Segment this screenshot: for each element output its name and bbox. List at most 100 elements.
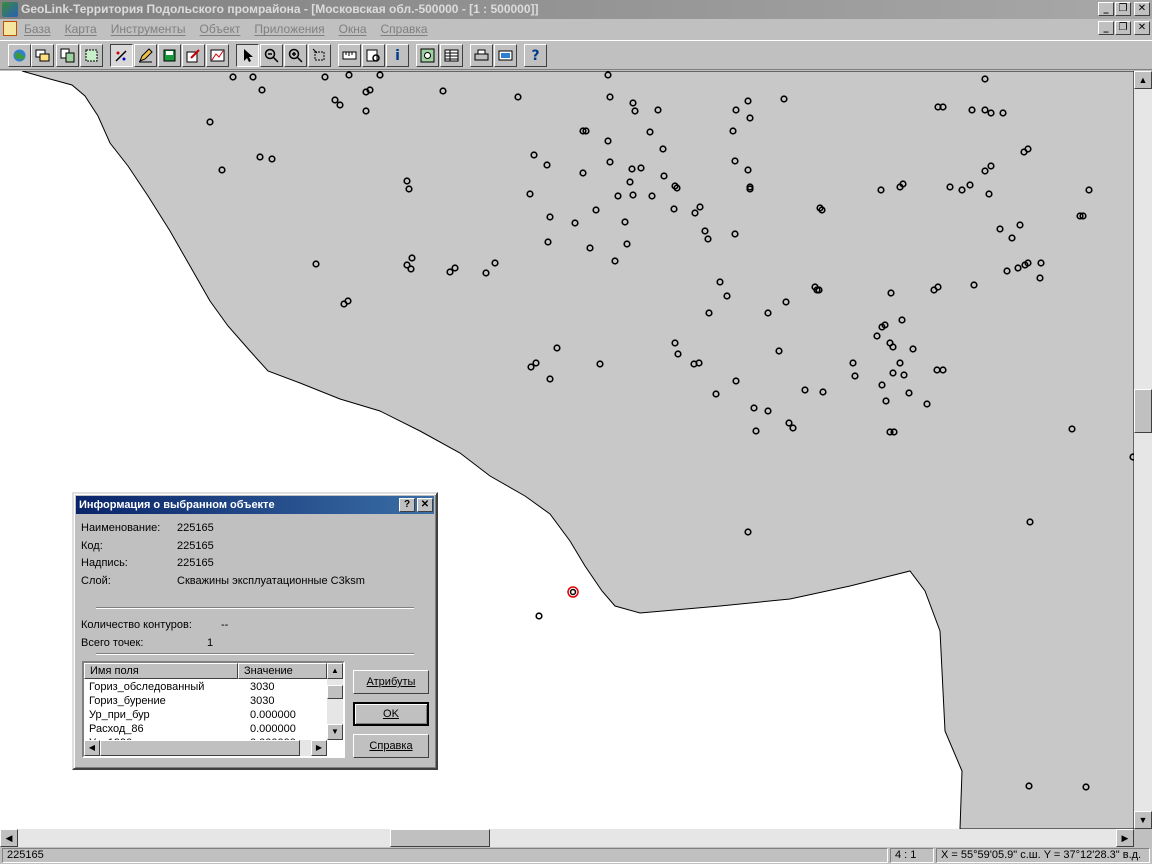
measure-button[interactable]: [338, 44, 361, 67]
scroll-down-arrow-icon[interactable]: ▼: [1134, 811, 1152, 829]
draw-line-button[interactable]: [134, 44, 157, 67]
export-button[interactable]: [494, 44, 517, 67]
search-button[interactable]: [362, 44, 385, 67]
status-bar: 225165 4 : 1 X = 55°59'05.9" с.ш. Y = 37…: [0, 847, 1152, 864]
printer-icon: [474, 49, 489, 61]
attributes-button[interactable]: Атрибуты: [353, 670, 429, 694]
restore-button[interactable]: ❐: [1115, 2, 1131, 16]
table-row[interactable]: Расход_86 0.000000: [84, 722, 329, 736]
table-row[interactable]: Гориз_бурение 3030: [84, 694, 329, 708]
scroll-left-arrow-icon[interactable]: ◀: [0, 829, 18, 847]
table-row[interactable]: Гориз_обследованный 3030: [84, 680, 329, 694]
horizontal-scroll-thumb[interactable]: [390, 829, 490, 847]
edit-object-button[interactable]: [182, 44, 205, 67]
layers-button[interactable]: [31, 44, 54, 67]
menu-items: База Карта Инструменты Объект Приложения…: [24, 22, 428, 36]
grid-vscroll-thumb[interactable]: [327, 685, 343, 699]
menu-windows[interactable]: Окна: [339, 22, 367, 36]
grid-scroll-left-icon[interactable]: ◀: [84, 740, 100, 756]
help-question-icon: ?: [531, 47, 540, 64]
menu-base[interactable]: База: [24, 22, 51, 36]
points-label: Всего точек:: [81, 637, 144, 649]
dialog-help-text-button[interactable]: Справка: [353, 734, 429, 758]
table-icon: [444, 49, 459, 62]
scroll-up-arrow-icon[interactable]: ▲: [1134, 71, 1152, 89]
status-coordinates: X = 55°59'05.9" с.ш. Y = 37°12'28.3" в.д…: [936, 848, 1150, 863]
grid-scroll-up-icon[interactable]: ▲: [327, 663, 343, 679]
grid-cell-value: 0.000000: [250, 723, 296, 735]
table-row[interactable]: Ур_при_бур 0.000000: [84, 708, 329, 722]
doc-close-button[interactable]: ✕: [1134, 21, 1150, 35]
save-button[interactable]: [158, 44, 181, 67]
vertical-scrollbar[interactable]: ▲ ▼: [1134, 71, 1152, 829]
zoom-rect-button[interactable]: [308, 44, 331, 67]
scroll-right-arrow-icon[interactable]: ▶: [1116, 829, 1134, 847]
info-icon: i: [395, 47, 400, 64]
field-code-value: 225165: [177, 540, 214, 552]
minimize-button[interactable]: _: [1098, 2, 1114, 16]
zoom-in-button[interactable]: [284, 44, 307, 67]
grid-header-value[interactable]: Значение: [238, 663, 327, 679]
frame-icon: [85, 49, 98, 62]
field-code-label: Код:: [81, 540, 103, 552]
grid-horizontal-scrollbar[interactable]: ◀ ▶: [84, 740, 327, 756]
object-info-dialog: Информация о выбранном объекте ? ✕ Наиме…: [72, 492, 438, 770]
grid-scroll-right-icon[interactable]: ▶: [311, 740, 327, 756]
add-layer-button[interactable]: [416, 44, 439, 67]
field-layer-value: Скважины эксплуатационные C3ksm: [177, 575, 365, 587]
doc-minimize-button[interactable]: _: [1098, 21, 1114, 35]
dialog-separator-2: [96, 653, 414, 655]
table-button[interactable]: [440, 44, 463, 67]
export-icon: [498, 50, 513, 61]
grid-cell-name: Ур_при_бур: [89, 709, 150, 721]
select-tool-button[interactable]: [236, 44, 259, 67]
grid-hscroll-thumb[interactable]: [100, 740, 300, 756]
dialog-title-bar: Информация о выбранном объекте: [76, 496, 434, 514]
doc-restore-button[interactable]: ❐: [1115, 21, 1131, 35]
frame-button[interactable]: [80, 44, 103, 67]
open-map-button[interactable]: [8, 44, 31, 67]
dialog-help-button[interactable]: ?: [399, 498, 415, 512]
title-bar: GeoLink-Территория Подольского промрайон…: [0, 0, 1152, 19]
grid-scroll-down-icon[interactable]: ▼: [327, 724, 343, 740]
field-caption-label: Надпись:: [81, 557, 128, 569]
grid-vertical-scrollbar[interactable]: ▲ ▼: [327, 663, 343, 740]
scroll-corner: [1134, 829, 1152, 847]
close-button[interactable]: ✕: [1134, 2, 1150, 16]
attributes-button-label: Атрибуты: [366, 676, 416, 688]
ok-button[interactable]: OK: [353, 702, 429, 726]
ok-button-label: OK: [383, 708, 399, 720]
menu-applications[interactable]: Приложения: [254, 22, 324, 36]
globe-icon: [13, 49, 26, 62]
grid-header: Имя поля Значение: [84, 663, 327, 679]
field-name-label: Наименование:: [81, 522, 161, 534]
menu-help[interactable]: Справка: [381, 22, 428, 36]
copy-map-button[interactable]: [56, 44, 79, 67]
print-button[interactable]: [470, 44, 493, 67]
help-button[interactable]: ?: [524, 44, 547, 67]
menu-map[interactable]: Карта: [65, 22, 97, 36]
selected-well-marker[interactable]: [567, 586, 579, 598]
app-globe-icon[interactable]: [2, 2, 18, 17]
edit-points-icon: [115, 50, 127, 62]
attributes-grid[interactable]: Имя поля Значение Гориз_обследованный 30…: [82, 661, 345, 758]
arrow-cursor-icon: [244, 49, 253, 62]
info-button[interactable]: i: [386, 44, 409, 67]
contours-label: Количество контуров:: [81, 619, 192, 631]
vertical-scroll-thumb[interactable]: [1134, 389, 1152, 433]
zoom-rect-icon: [312, 48, 325, 61]
menu-tools[interactable]: Инструменты: [111, 22, 186, 36]
dialog-close-button[interactable]: ✕: [417, 498, 433, 512]
well-marker[interactable]: [535, 612, 543, 620]
document-icon[interactable]: [3, 21, 17, 36]
zoom-out-button[interactable]: [260, 44, 283, 67]
menu-bar: База Карта Инструменты Объект Приложения…: [0, 19, 1152, 38]
field-caption-value: 225165: [177, 557, 214, 569]
chart-button[interactable]: [206, 44, 229, 67]
menu-object[interactable]: Объект: [200, 22, 241, 36]
status-object-id: 225165: [2, 848, 888, 863]
horizontal-scrollbar[interactable]: ◀ ▶: [0, 829, 1134, 847]
edit-points-button[interactable]: [110, 44, 133, 67]
add-layer-icon: [420, 48, 435, 63]
grid-header-field-name[interactable]: Имя поля: [84, 663, 238, 679]
